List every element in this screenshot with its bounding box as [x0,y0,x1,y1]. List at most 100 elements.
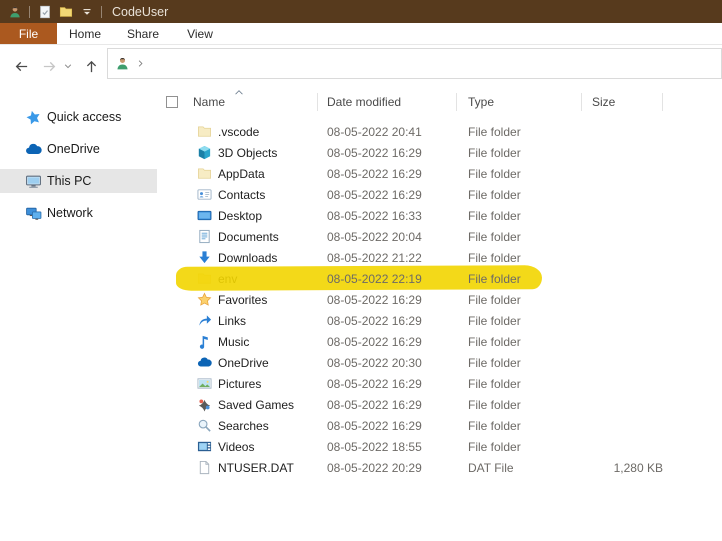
chevron-down-icon[interactable] [62,57,74,75]
file-type: File folder [468,145,521,160]
saved-games-icon [196,397,212,413]
file-name: Desktop [218,208,263,223]
contacts-card-icon [196,187,212,203]
file-row[interactable]: AppData 08-05-2022 16:29 File folder [160,163,722,184]
file-name: 3D Objects [218,145,278,160]
new-folder-icon[interactable] [58,4,73,19]
network-icon [25,205,42,222]
folder-icon [196,166,212,182]
title-bar: CodeUser [0,0,722,23]
back-arrow-icon[interactable] [12,57,30,75]
column-header-row: Name Date modified Type Size [160,88,722,113]
forward-arrow-icon[interactable] [40,57,58,75]
file-size [582,373,663,394]
file-date-modified: 08-05-2022 16:29 [327,418,422,433]
file-name: OneDrive [218,355,269,370]
sidebar-item-this-pc[interactable]: This PC [0,169,157,193]
file-size [582,415,663,436]
file-size [582,247,663,268]
user-avatar-icon[interactable] [115,56,130,71]
file-row[interactable]: 3D Objects 08-05-2022 16:29 File folder [160,142,722,163]
file-type: DAT File [468,460,514,475]
file-type: File folder [468,166,521,181]
file-row[interactable]: Videos 08-05-2022 18:55 File folder [160,436,722,457]
file-date-modified: 08-05-2022 22:19 [327,271,422,286]
links-arrow-icon [196,313,212,329]
file-name: Favorites [218,292,268,307]
column-header-name[interactable]: Name [160,88,318,113]
sidebar-item-network[interactable]: Network [0,201,160,225]
file-row[interactable]: env08-05-2022 22:19File folder [160,265,722,291]
address-bar[interactable] [107,48,722,79]
desktop-monitor-icon [196,208,212,224]
file-row[interactable]: NTUSER.DAT 08-05-2022 20:29 DAT File 1,280 … [160,457,722,478]
file-size [582,142,663,163]
sidebar-item-label: Network [47,206,93,220]
file-name: Contacts [218,187,266,202]
file-row[interactable]: Searches 08-05-2022 16:29 File folder [160,415,722,436]
file-date-modified: 08-05-2022 16:29 [327,166,422,181]
file-size [582,121,663,142]
file-type: File folder [468,229,521,244]
file-row[interactable]: Documents 08-05-2022 20:04 File folder [160,226,722,247]
select-all-checkbox[interactable] [166,96,178,108]
navigation-bar [0,45,722,85]
file-date-modified: 08-05-2022 16:33 [327,208,422,223]
file-row[interactable]: Downloads 08-05-2022 21:22 File folder [160,247,722,268]
file-name: Saved Games [218,397,295,412]
file-size [582,289,663,310]
file-row[interactable]: Music 08-05-2022 16:29 File folder [160,331,722,352]
file-row[interactable]: Desktop 08-05-2022 16:33 File folder [160,205,722,226]
3d-objects-cube-icon [196,145,212,161]
file-name: Documents [218,229,279,244]
tab-view[interactable]: View [173,23,227,44]
tab-file[interactable]: File [0,23,57,44]
file-size [582,226,663,247]
tab-home[interactable]: Home [57,23,113,44]
file-size [582,205,663,226]
sidebar-item-quick-access[interactable]: Quick access [0,105,160,129]
column-header-size[interactable]: Size [582,91,663,113]
file-row[interactable]: .vscode 08-05-2022 20:41 File folder [160,121,722,142]
file-type: File folder [468,355,521,370]
file-date-modified: 08-05-2022 20:41 [327,124,422,139]
column-header-type[interactable]: Type [457,91,582,113]
explorer-window: CodeUser File Home Share View Quick acce… [0,0,722,541]
sort-ascending-icon [234,88,244,96]
file-size: 1,280 KB [613,460,663,475]
chevron-right-icon[interactable] [136,59,146,69]
file-row[interactable]: OneDrive 08-05-2022 20:30 File folder [160,352,722,373]
file-type: File folder [468,334,521,349]
quick-access-star-icon [25,109,42,126]
window-title: CodeUser [112,4,169,19]
file-size [582,352,663,373]
sidebar-item-onedrive[interactable]: OneDrive [0,137,160,161]
file-name: NTUSER.DAT [218,460,294,475]
user-folder-icon[interactable] [7,4,22,19]
file-date-modified: 08-05-2022 18:55 [327,439,422,454]
file-type: File folder [468,208,521,223]
up-arrow-icon[interactable] [82,57,100,75]
properties-check-icon[interactable] [37,4,52,19]
file-type: File folder [468,418,521,433]
sidebar-item-label: Quick access [47,110,122,124]
file-row[interactable]: Links 08-05-2022 16:29 File folder [160,310,722,331]
file-row[interactable]: Favorites 08-05-2022 16:29 File folder [160,289,722,310]
file-date-modified: 08-05-2022 16:29 [327,187,422,202]
customize-toolbar-dropdown-icon[interactable] [79,4,94,19]
file-size [582,436,663,457]
file-row[interactable]: Pictures 08-05-2022 16:29 File folder [160,373,722,394]
file-type: File folder [468,271,521,286]
downloads-arrow-icon [196,250,212,266]
tab-share[interactable]: Share [113,23,173,44]
file-date-modified: 08-05-2022 16:29 [327,145,422,160]
file-size [582,163,663,184]
onedrive-cloud-icon [25,141,42,158]
file-type: File folder [468,250,521,265]
file-type: File folder [468,187,521,202]
column-header-date-modified[interactable]: Date modified [318,91,457,113]
file-row[interactable]: Saved Games 08-05-2022 16:29 File folder [160,394,722,415]
file-date-modified: 08-05-2022 21:22 [327,250,422,265]
file-row[interactable]: Contacts 08-05-2022 16:29 File folder [160,184,722,205]
file-size [582,268,663,289]
